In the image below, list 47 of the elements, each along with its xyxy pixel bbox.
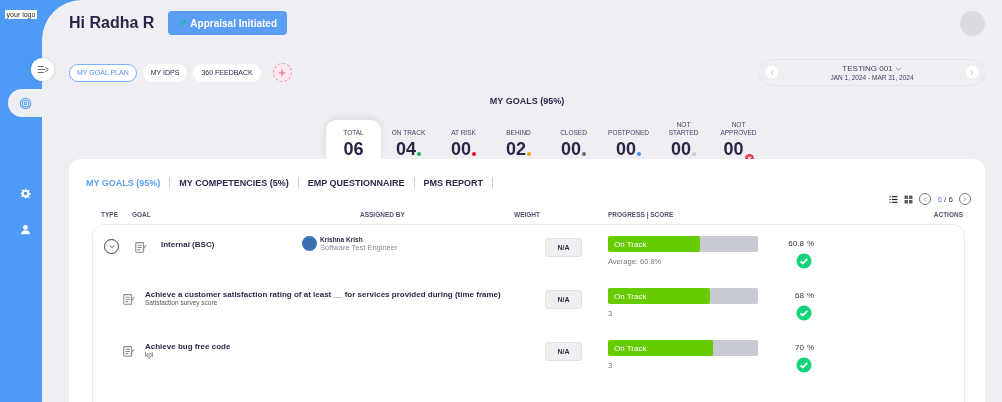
- collapse-toggle[interactable]: [104, 239, 119, 254]
- goals-nav-icon[interactable]: [8, 89, 42, 117]
- status-count: 00: [671, 140, 691, 159]
- score-value: 70: [794, 343, 804, 352]
- page-indicator: 6 / 6: [937, 194, 953, 204]
- goal-title: Internal (BSC): [161, 239, 216, 249]
- score-unit: %: [806, 343, 814, 352]
- goal-type-icon: [122, 344, 136, 358]
- status-count: 02: [506, 140, 526, 159]
- score-unit: %: [806, 291, 814, 300]
- chevron-left-icon: [923, 196, 928, 202]
- chevron-right-icon: [970, 70, 975, 75]
- greeting: Hi Radha R: [69, 14, 155, 32]
- score-value: 60.8: [788, 239, 804, 248]
- chevron-down-icon: [108, 244, 115, 249]
- goal-title: Achieve a customer satisfaction rating of at least __ for services provided during (time frame): [145, 290, 501, 299]
- status-label: On Track: [613, 291, 647, 301]
- chevron-right-icon: [963, 196, 967, 202]
- goal-tab[interactable]: MY COMPETENCIES (5%): [170, 177, 299, 188]
- goal-type-icon: [122, 292, 136, 306]
- status-label: On Track: [613, 239, 647, 249]
- caret-icon: [894, 66, 902, 71]
- assignee-avatar: [302, 236, 317, 251]
- add-plan-button[interactable]: [272, 63, 292, 82]
- collapse-sidebar-icon[interactable]: [31, 58, 54, 81]
- goal-tab[interactable]: EMP QUESTIONNAIRE: [298, 177, 415, 188]
- status-count: 00: [723, 140, 744, 159]
- trend-arrow-icon: [178, 19, 187, 27]
- list-view-icon[interactable]: [889, 194, 899, 204]
- plus-icon: [278, 68, 287, 77]
- goal-tab[interactable]: PMS REPORT: [414, 177, 494, 188]
- goal-title: Achieve bug free code: [145, 342, 231, 351]
- previous-page-button[interactable]: [919, 193, 932, 205]
- status-count: 04: [396, 140, 416, 159]
- grid-view-icon[interactable]: [904, 194, 914, 204]
- status-count: 00: [451, 140, 471, 159]
- period-dropdown[interactable]: TESTING 001: [842, 64, 902, 73]
- status-label: On Track: [613, 343, 647, 353]
- next-page-button[interactable]: [959, 193, 971, 205]
- chevron-left-icon: [769, 70, 774, 75]
- section-title: MY GOALS (95%): [488, 96, 566, 106]
- score-value: 68: [794, 291, 804, 300]
- status-count: 06: [343, 140, 364, 159]
- score-unit: %: [806, 239, 814, 248]
- status-count: 00: [561, 140, 581, 159]
- status-count: 00: [616, 140, 636, 159]
- goal-type-icon: [134, 240, 148, 254]
